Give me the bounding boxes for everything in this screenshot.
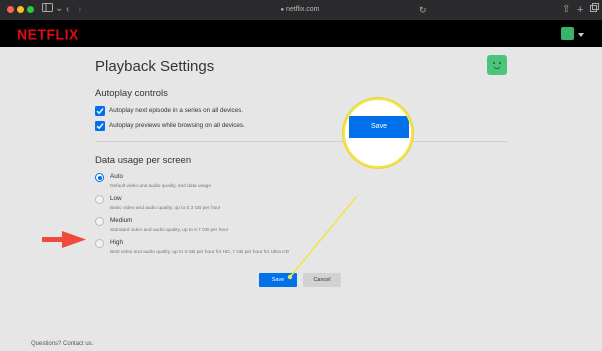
red-arrow-icon [42, 231, 86, 248]
callout-line-dot [287, 274, 293, 280]
annotation-overlay [42, 195, 358, 280]
callout-line [289, 195, 358, 278]
zoom-callout: Save [343, 98, 413, 168]
zoomed-save-button: Save [349, 116, 409, 138]
